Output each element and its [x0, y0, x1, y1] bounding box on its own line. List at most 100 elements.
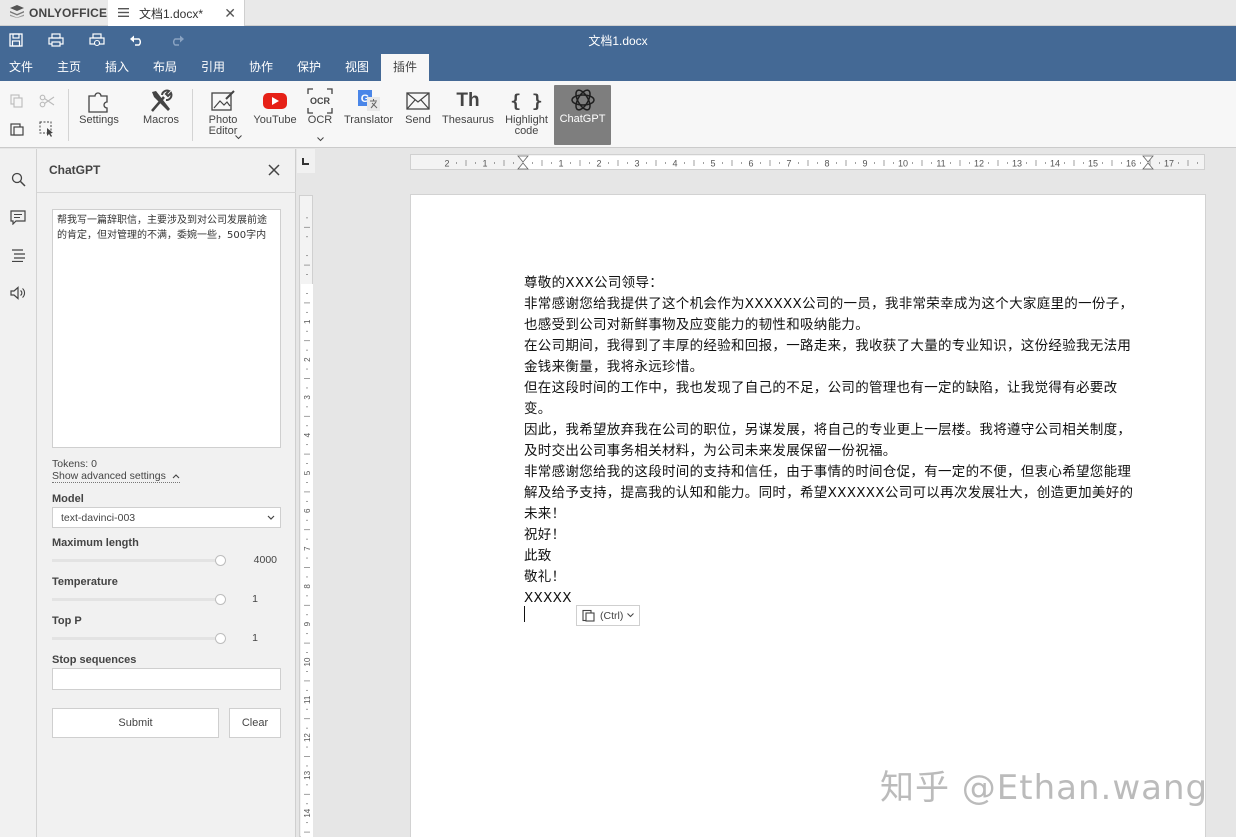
ruler-tick-label: 15 [1088, 159, 1098, 169]
photo-editor-button[interactable]: Photo Editor [200, 87, 246, 143]
ruler-tick-label: 8 [824, 159, 829, 169]
horizontal-ruler[interactable]: 2 1 1 2 3 4 5 6 7 8 9 10 11 12 13 14 15 16 17 [410, 154, 1205, 170]
search-icon[interactable] [8, 169, 28, 189]
chevron-up-icon [172, 474, 180, 479]
speaker-icon[interactable] [8, 283, 28, 303]
close-panel-icon[interactable] [265, 161, 283, 179]
slider-thumb[interactable] [215, 633, 226, 644]
ruler-tick-label: 11 [303, 695, 312, 704]
menu-collaboration[interactable]: 协作 [240, 54, 282, 81]
brand-name: ONLYOFFICE [29, 6, 108, 20]
model-label: Model [52, 493, 84, 505]
comments-icon[interactable] [8, 207, 28, 227]
paragraph[interactable]: 非常感谢您给我的这段时间的支持和信任，由于事情的时间仓促，有一定的不便，但衷心希… [524, 462, 1144, 525]
paste-icon[interactable] [7, 119, 27, 139]
thesaurus-glyph: Th [456, 90, 480, 111]
ruler-tick-label: 12 [303, 733, 312, 742]
left-sidebar [0, 149, 37, 837]
slider-thumb[interactable] [215, 555, 226, 566]
paste-options-button[interactable]: (Ctrl) [576, 605, 640, 626]
navigation-icon[interactable] [8, 245, 28, 265]
document-tab[interactable]: 文档1.docx* ✕ [108, 0, 245, 26]
model-select[interactable]: text-davinci-003 [52, 507, 281, 528]
ruler-tick-label: 9 [862, 159, 867, 169]
ruler-tick-label: 17 [1164, 159, 1174, 169]
highlight-glyph: { } [510, 90, 543, 112]
macros-button[interactable]: Macros [139, 87, 183, 143]
prompt-textarea[interactable]: 帮我写一篇辞职信，主要涉及到对公司发展前途的肯定，但对管理的不满，委婉一些，50… [52, 209, 281, 448]
chatgpt-label: ChatGPT [559, 113, 606, 125]
chevron-down-icon [627, 613, 635, 618]
plugin-toolbar: Settings Macros Photo Editor YouTube OCR… [0, 81, 1236, 148]
panel-title: ChatGPT [49, 163, 101, 177]
ruler-tick-label: 7 [786, 159, 791, 169]
paste-options-label: (Ctrl) [600, 609, 624, 622]
paragraph[interactable]: 因此，我希望放弃我在公司的职位，另谋发展，将自己的专业更上一层楼。我将遵守公司相… [524, 420, 1144, 462]
max-length-slider[interactable] [52, 555, 226, 566]
ruler-tick-label: 4 [303, 432, 312, 437]
menu-insert[interactable]: 插入 [96, 54, 138, 81]
ruler-tick-label: 16 [1126, 159, 1136, 169]
stop-sequences-input[interactable] [52, 668, 281, 690]
paragraph[interactable]: 此致 [524, 546, 1144, 567]
cut-icon[interactable] [37, 91, 57, 111]
document-body[interactable]: 尊敬的XXX公司领导： 非常感谢您给我提供了这个机会作为XXXXXX公司的一员，… [524, 273, 1144, 609]
youtube-button[interactable]: YouTube [251, 87, 299, 143]
paragraph[interactable]: 尊敬的XXX公司领导： [524, 273, 1144, 294]
thesaurus-icon: Th [456, 87, 479, 115]
translator-button[interactable]: G Translator [342, 87, 395, 143]
thesaurus-button[interactable]: Th Thesaurus [440, 87, 496, 143]
ruler-tick-label: 1 [482, 159, 487, 169]
copy-icon[interactable] [7, 91, 27, 111]
show-advanced-settings-link[interactable]: Show advanced settings [52, 470, 180, 483]
tab-bar: ONLYOFFICE 文档1.docx* ✕ [0, 0, 1236, 26]
paragraph[interactable]: 在公司期间，我得到了丰厚的经验和回报，一路走来，我收获了大量的专业知识，这份经验… [524, 336, 1144, 378]
ruler-scale: 123456789101112131415 [301, 217, 313, 837]
youtube-icon [262, 87, 288, 115]
menu-home[interactable]: 主页 [48, 54, 90, 81]
close-tab-icon[interactable]: ✕ [224, 5, 236, 21]
document-page[interactable]: 尊敬的XXX公司领导： 非常感谢您给我提供了这个机会作为XXXXXX公司的一员，… [410, 194, 1206, 837]
thesaurus-label: Thesaurus [442, 114, 494, 126]
ruler-tick-label: 13 [303, 770, 312, 779]
ruler-corner[interactable] [297, 149, 315, 173]
translator-icon: G [356, 87, 382, 115]
puzzle-icon [86, 87, 112, 115]
menu-file[interactable]: 文件 [0, 54, 42, 81]
menu-plugins[interactable]: 插件 [381, 54, 429, 81]
submit-button[interactable]: Submit [52, 708, 219, 738]
photo-editor-icon [210, 87, 236, 115]
mail-icon [406, 87, 430, 115]
top-p-value: 1 [252, 632, 258, 644]
menu-view[interactable]: 视图 [336, 54, 378, 81]
select-all-icon[interactable] [37, 119, 57, 139]
clear-button[interactable]: Clear [229, 708, 281, 738]
chevron-down-icon [317, 133, 324, 145]
slider-thumb[interactable] [215, 594, 226, 605]
document-title: 文档1.docx [588, 34, 648, 48]
paragraph[interactable]: 但在这段时间的工作中，我也发现了自己的不足，公司的管理也有一定的缺陷，让我觉得有… [524, 378, 1144, 420]
chevron-down-icon [267, 512, 275, 524]
menu-protection[interactable]: 保护 [288, 54, 330, 81]
temperature-value: 1 [252, 593, 258, 605]
paragraph[interactable]: 非常感谢您给我提供了这个机会作为XXXXXX公司的一员，我非常荣幸成为这个大家庭… [524, 294, 1144, 336]
chatgpt-button[interactable]: ChatGPT [554, 85, 611, 145]
highlight-code-label: Highlight code [505, 114, 548, 137]
macros-label: Macros [142, 114, 180, 126]
ocr-button[interactable]: OCR OCR [304, 87, 336, 143]
top-p-slider[interactable] [52, 633, 226, 644]
ruler-tick-label: 11 [936, 159, 945, 169]
tools-icon [148, 87, 174, 115]
settings-plugin-button[interactable]: Settings [76, 87, 122, 143]
highlight-code-button[interactable]: { } Highlight code [502, 87, 551, 143]
hamburger-icon[interactable] [118, 6, 129, 20]
menu-references[interactable]: 引用 [192, 54, 234, 81]
vertical-ruler[interactable]: 123456789101112131415 [299, 195, 313, 837]
temperature-slider[interactable] [52, 594, 226, 605]
paragraph[interactable]: 祝好！ [524, 525, 1144, 546]
photo-editor-label: Photo Editor [208, 114, 238, 137]
ruler-tick-label: 3 [634, 159, 639, 169]
menu-layout[interactable]: 布局 [144, 54, 186, 81]
paragraph[interactable]: 敬礼！ [524, 567, 1144, 588]
send-button[interactable]: Send [401, 87, 435, 143]
